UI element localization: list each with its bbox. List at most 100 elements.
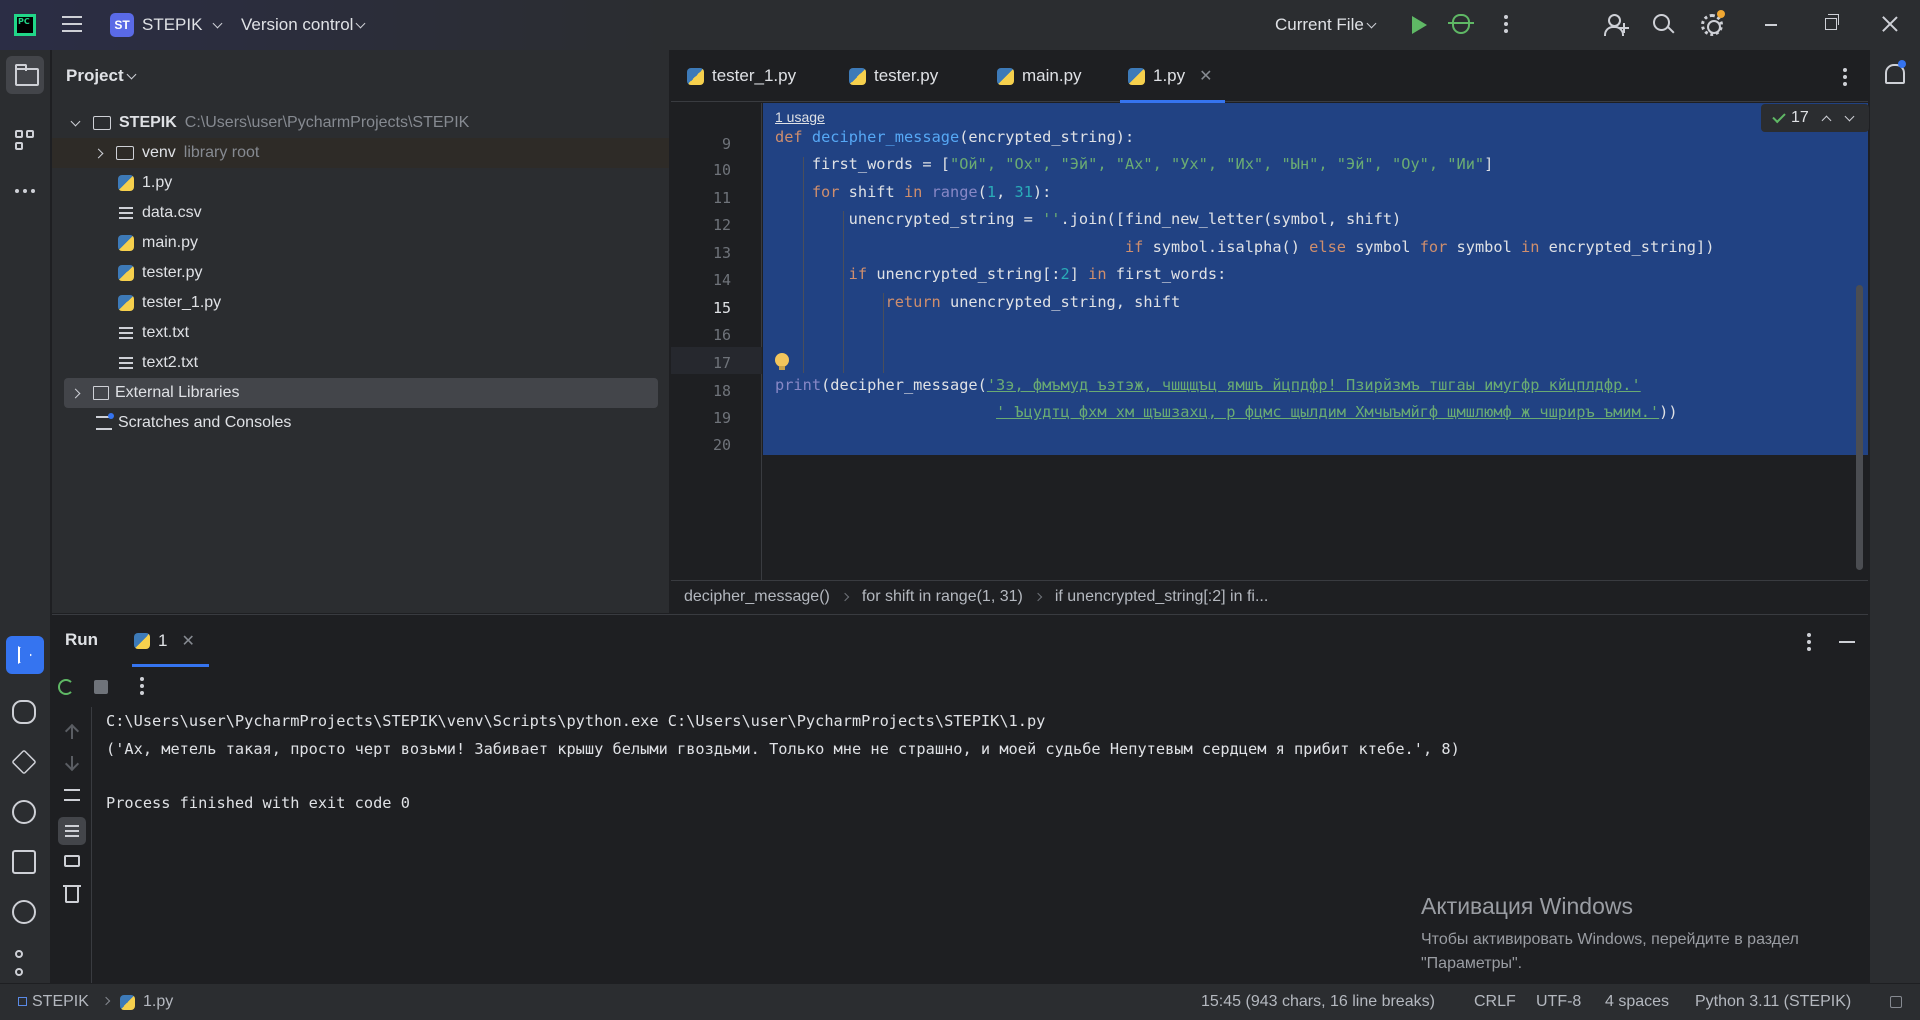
lock-icon[interactable] (1890, 996, 1902, 1008)
usage-hint-link[interactable]: 1 usage (775, 109, 825, 125)
add-user-icon[interactable] (1604, 13, 1629, 37)
tab-1-py[interactable]: 1.py ✕ (1120, 50, 1225, 103)
library-icon (93, 386, 109, 400)
run-config-selector[interactable]: Current File (1275, 0, 1377, 50)
status-interpreter[interactable]: Python 3.11 (STEPIK) (1695, 993, 1851, 1011)
minimize-window-icon[interactable] (1765, 24, 1777, 26)
close-tab-icon[interactable]: ✕ (181, 631, 194, 651)
tree-item-file[interactable]: main.py (52, 228, 669, 258)
inspection-widget[interactable]: 17 (1761, 104, 1869, 132)
chevron-down-icon[interactable] (1844, 111, 1855, 121)
tab-tester-1[interactable]: tester_1.py (687, 50, 796, 102)
code-line: return unencrypted_string, shift (775, 293, 1181, 311)
console-line: C:\Users\user\PycharmProjects\STEPIK\ven… (106, 712, 1046, 730)
tree-item-root[interactable]: STEPIK C:\Users\user\PycharmProjects\STE… (52, 108, 669, 138)
tree-item-file[interactable]: text2.txt (52, 348, 669, 378)
tab-main[interactable]: main.py (997, 50, 1082, 102)
code-line: unencrypted_string = ''.join([find_new_l… (775, 210, 1402, 228)
debug-icon[interactable] (1448, 14, 1474, 34)
tree-item-file[interactable]: tester_1.py (52, 288, 669, 318)
breadcrumb-item[interactable]: decipher_message() (684, 588, 830, 606)
python-file-icon (687, 67, 704, 85)
main-menu-icon[interactable] (62, 16, 82, 32)
tree-item-file[interactable]: text.txt (52, 318, 669, 348)
tree-item-venv[interactable]: venv library root (52, 138, 669, 168)
code-line: def decipher_message(encrypted_string): (775, 128, 1135, 146)
search-icon[interactable] (1653, 14, 1675, 36)
tree-item-external-libraries[interactable]: External Libraries (52, 378, 669, 408)
tree-item-label: text2.txt (142, 354, 199, 371)
soft-wrap-icon[interactable] (64, 789, 80, 801)
run-more-icon[interactable] (1807, 633, 1811, 654)
python-console-icon[interactable] (12, 700, 36, 724)
code-line: if symbol.isalpha() else symbol for symb… (775, 238, 1715, 256)
watermark-title: Активация Windows (1421, 893, 1633, 919)
breadcrumb: decipher_message() for shift in range(1,… (671, 580, 1868, 613)
chevron-up-icon[interactable] (1821, 115, 1832, 125)
tree-item-scratches[interactable]: Scratches and Consoles (52, 408, 669, 438)
python-packages-icon[interactable] (11, 749, 37, 775)
run-tab[interactable]: 1 ✕ (132, 615, 209, 667)
project-panel-title[interactable]: Project (66, 66, 137, 86)
git-icon[interactable] (15, 950, 23, 958)
more-tabs-icon[interactable] (1843, 68, 1847, 89)
hide-panel-icon[interactable] (1839, 641, 1855, 643)
tree-item-file[interactable]: tester.py (52, 258, 669, 288)
close-window-icon[interactable] (1882, 16, 1898, 32)
tree-item-file[interactable]: data.csv (52, 198, 669, 228)
trash-icon[interactable] (63, 885, 81, 903)
scroll-to-end-icon[interactable] (58, 817, 86, 845)
print-icon[interactable] (64, 855, 80, 867)
chevron-down-icon (126, 69, 137, 79)
version-control-label: Version control (241, 15, 354, 34)
more-tools-icon[interactable] (6, 172, 44, 210)
intention-bulb-icon[interactable] (775, 353, 789, 370)
pycharm-logo-icon[interactable]: PC (14, 14, 36, 36)
notifications-bell-icon[interactable] (1885, 60, 1906, 84)
project-selector[interactable]: ST STEPIK (110, 12, 223, 38)
status-line-separator[interactable]: CRLF (1474, 993, 1516, 1011)
breadcrumb-item[interactable]: if unencrypted_string[:2] in fi... (1055, 588, 1268, 606)
arrow-down-icon[interactable] (64, 756, 80, 772)
line-number: 12 (712, 216, 731, 234)
status-caret-position[interactable]: 15:45 (943 chars, 16 line breaks) (1201, 993, 1435, 1011)
rerun-icon[interactable] (58, 679, 74, 695)
tab-label: main.py (1022, 66, 1082, 85)
arrow-up-icon[interactable] (64, 723, 80, 739)
status-file[interactable]: 1.py (120, 993, 173, 1011)
project-panel-title-label: Project (66, 66, 124, 85)
run-tool-icon[interactable] (6, 636, 44, 674)
close-tab-icon[interactable]: ✕ (1199, 66, 1212, 86)
run-toolbar-more-icon[interactable] (140, 677, 144, 698)
terminal-icon[interactable] (12, 850, 36, 874)
stop-icon[interactable] (94, 680, 108, 694)
line-number: 9 (721, 135, 731, 153)
code-area[interactable]: 1 usage def decipher_message(encrypted_s… (763, 103, 1868, 580)
check-icon (1772, 109, 1786, 123)
tree-item-hint: library root (183, 144, 260, 161)
restore-window-icon[interactable] (1825, 14, 1839, 30)
run-icon[interactable] (1412, 16, 1427, 34)
status-project[interactable]: STEPIK (18, 993, 89, 1011)
status-encoding[interactable]: UTF-8 (1536, 993, 1581, 1011)
editor-scrollbar[interactable] (1856, 285, 1863, 570)
tab-tester[interactable]: tester.py (849, 50, 938, 102)
git-branch-node-icon (15, 968, 23, 976)
structure-icon[interactable] (6, 122, 44, 160)
scratches-icon (96, 413, 114, 430)
tree-item-file[interactable]: 1.py (52, 168, 669, 198)
version-control-menu[interactable]: Version control (241, 12, 366, 38)
breadcrumb-item[interactable]: for shift in range(1, 31) (862, 588, 1023, 606)
more-actions-icon[interactable] (1504, 15, 1508, 36)
editor-tabs: tester_1.py tester.py main.py 1.py ✕ (671, 50, 1868, 103)
chevron-down-icon[interactable] (70, 116, 81, 126)
run-panel-title: Run (65, 630, 99, 649)
python-file-icon (120, 994, 135, 1010)
services-icon[interactable] (12, 800, 36, 824)
status-indent[interactable]: 4 spaces (1605, 993, 1669, 1011)
problems-icon[interactable] (12, 900, 36, 924)
chevron-right-icon[interactable] (93, 148, 104, 158)
settings-gear-icon[interactable] (1701, 10, 1725, 36)
project-tool-folder-icon[interactable] (6, 56, 44, 94)
run-panel-header: Run 1 ✕ (52, 615, 1868, 667)
